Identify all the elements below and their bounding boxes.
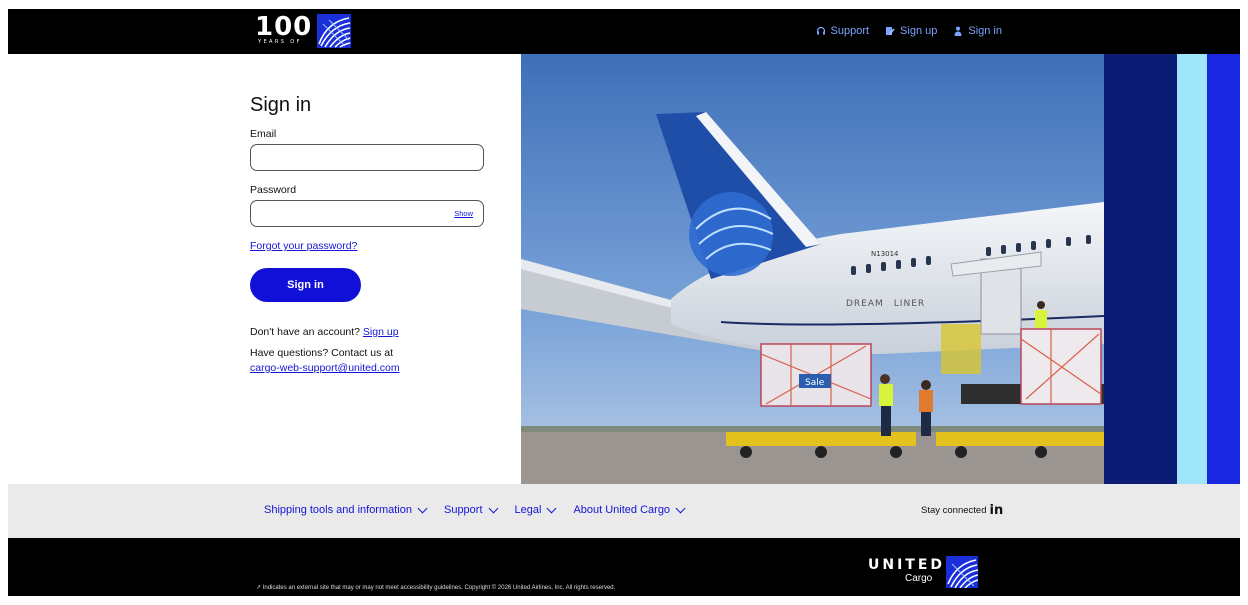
show-password-button[interactable]: Show: [454, 209, 473, 218]
globe-logo-icon: [946, 556, 978, 588]
page-title: Sign in: [250, 94, 312, 116]
stripe-blue: [1207, 54, 1240, 484]
person-icon: [954, 26, 962, 36]
headset-icon: [816, 26, 825, 35]
footer-menu-about[interactable]: About United Cargo: [573, 503, 686, 516]
decorative-stripes: [1104, 54, 1240, 484]
questions-text: Have questions? Contact us at: [250, 347, 394, 359]
chevron-down-icon: [488, 503, 498, 513]
signin-button[interactable]: Sign in: [250, 268, 361, 302]
linkedin-icon[interactable]: in: [990, 503, 1004, 518]
no-account-text: Don't have an account?: [250, 326, 360, 338]
signup-icon: [886, 27, 895, 35]
logo-tagline: YEARS OF: [258, 39, 302, 45]
footer-menu-label: Shipping tools and information: [264, 504, 412, 516]
forgot-password-link[interactable]: Forgot your password?: [250, 240, 357, 252]
globe-logo-icon: [317, 14, 351, 48]
email-field[interactable]: [250, 144, 484, 171]
footer-menu-label: Support: [443, 504, 483, 516]
signup-inline-link[interactable]: Sign up: [363, 326, 399, 338]
brand-sub: Cargo: [905, 573, 933, 584]
support-link-label: Support: [830, 25, 870, 37]
stay-connected: Stay connected in: [921, 503, 1003, 518]
support-email-link[interactable]: cargo-web-support@united.com: [250, 362, 400, 374]
signup-link[interactable]: Sign up: [885, 25, 937, 37]
signup-prompt: Don't have an account? Sign up: [250, 326, 399, 338]
chevron-down-icon: [417, 503, 428, 513]
chevron-down-icon: [675, 503, 686, 513]
support-link[interactable]: Support: [816, 25, 870, 37]
united-cargo-logo[interactable]: UNITED Cargo: [868, 556, 978, 588]
footer-menu-support[interactable]: Support: [443, 503, 498, 516]
support-email-wrap: cargo-web-support@united.com: [250, 362, 400, 374]
footer-menu: Shipping tools and information Support L…: [264, 503, 686, 516]
footer-menu-label: About United Cargo: [573, 504, 671, 516]
100-years-logo[interactable]: 100 YEARS OF: [255, 12, 351, 50]
signin-link-label: Sign in: [968, 25, 1002, 37]
email-label: Email: [250, 128, 277, 140]
signup-link-label: Sign up: [900, 25, 938, 37]
stay-connected-label: Stay connected: [921, 505, 987, 516]
logo-number: 100: [255, 12, 313, 42]
password-field[interactable]: Show: [250, 200, 484, 227]
brand-wordmark: UNITED: [868, 557, 946, 573]
hero-image: N13014 DREAM LINER Sale: [521, 54, 1104, 484]
copyright-text: ↗ Indicates an external site that may or…: [256, 585, 616, 591]
footer-menu-shipping[interactable]: Shipping tools and information: [264, 503, 428, 516]
chevron-down-icon: [546, 503, 557, 513]
stripe-light-blue: [1177, 54, 1207, 484]
registration-text: N13014: [871, 250, 899, 258]
container-label: Sale: [805, 378, 825, 388]
signin-link[interactable]: Sign in: [953, 25, 1002, 37]
footer-nav: Shipping tools and information Support L…: [8, 484, 1240, 538]
top-bar: 100 YEARS OF Support Sign up Sign in: [8, 9, 1240, 54]
bottom-bar: ↗ Indicates an external site that may or…: [8, 538, 1240, 596]
footer-menu-label: Legal: [514, 504, 542, 516]
top-nav: Support Sign up Sign in: [816, 25, 1002, 37]
footer-menu-legal[interactable]: Legal: [514, 503, 557, 516]
stripe-navy: [1104, 54, 1177, 484]
password-label: Password: [250, 184, 297, 196]
airplane-photo: N13014 DREAM LINER Sale: [521, 54, 1104, 484]
signin-form-panel: Sign in Email Password Show Forgot your …: [8, 54, 521, 484]
